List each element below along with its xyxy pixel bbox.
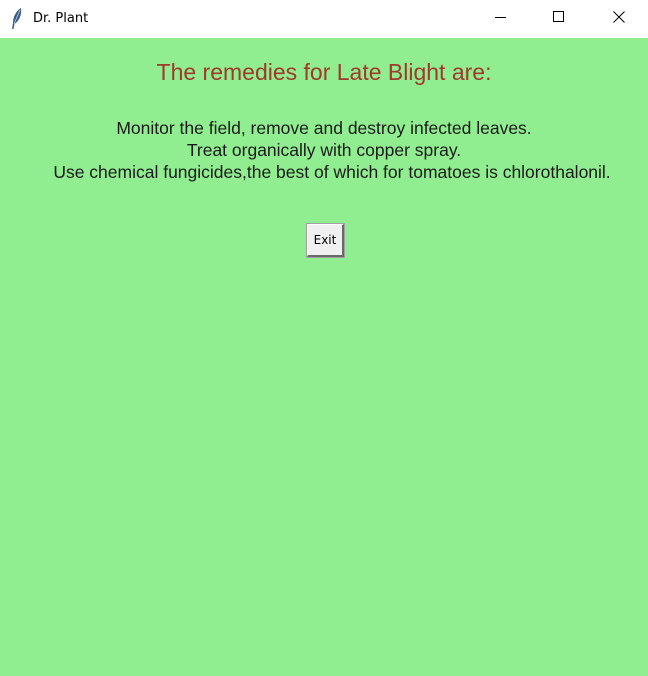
close-button[interactable] — [590, 0, 648, 38]
remedy-line: Use chemical fungicides,the best of whic… — [53, 162, 611, 182]
window-title: Dr. Plant — [33, 11, 89, 26]
app-window: Dr. Plant The remedies for Late Blight a… — [0, 0, 648, 676]
maximize-button[interactable] — [530, 0, 588, 38]
feather-icon — [10, 7, 24, 31]
exit-button[interactable]: Exit — [306, 223, 345, 258]
main-panel: The remedies for Late Blight are: Monito… — [0, 38, 648, 676]
remedies-heading: The remedies for Late Blight are: — [156, 59, 492, 85]
remedies-text: Monitor the field, remove and destroy in… — [0, 117, 648, 183]
title-bar[interactable]: Dr. Plant — [0, 0, 648, 38]
close-icon — [613, 10, 625, 28]
remedy-line: Treat organically with copper spray. — [186, 140, 462, 160]
minimize-button[interactable] — [472, 0, 530, 38]
remedy-line: Monitor the field, remove and destroy in… — [116, 118, 532, 138]
maximize-icon — [553, 10, 565, 28]
minimize-icon — [495, 10, 507, 28]
